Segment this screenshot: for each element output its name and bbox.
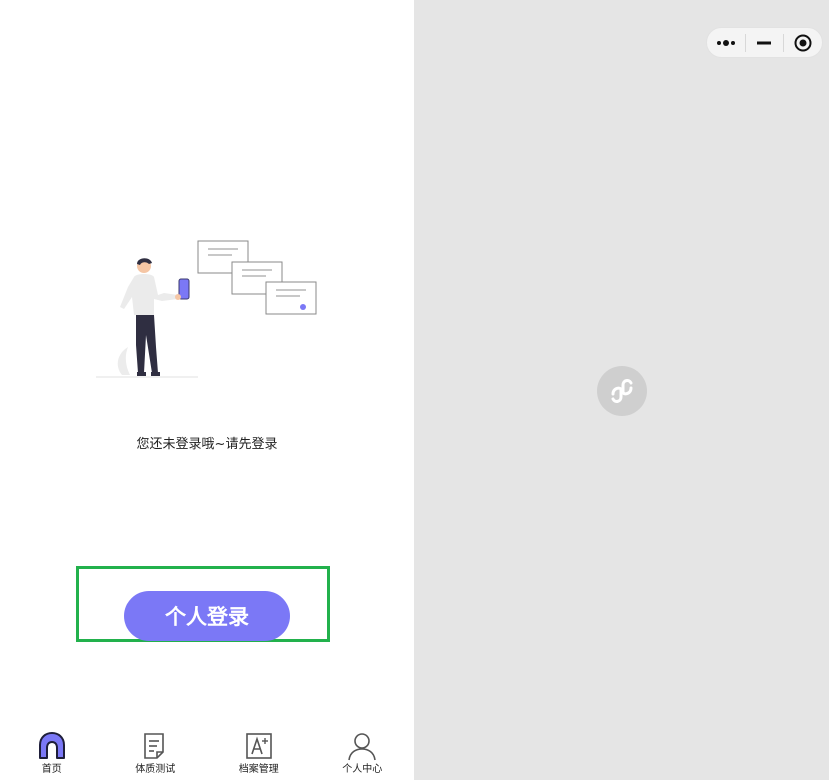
tab-home[interactable]: 首页 (0, 722, 104, 780)
font-file-icon (243, 730, 275, 762)
home-icon (36, 730, 68, 762)
mini-program-capsule (706, 27, 823, 58)
not-logged-in-message: 您还未登录哦~请先登录 (136, 437, 278, 452)
more-button[interactable] (707, 27, 745, 58)
close-target-icon (794, 34, 812, 51)
tab-records-management[interactable]: 档案管理 (207, 722, 311, 780)
empty-state-illustration (96, 240, 317, 378)
more-dots-icon (716, 39, 735, 46)
tab-constitution-test[interactable]: 体质测试 (104, 722, 208, 780)
tab-label-home: 首页 (41, 764, 62, 775)
tab-personal-center[interactable]: 个人中心 (311, 722, 415, 780)
message-card-3 (265, 281, 317, 315)
close-button[interactable] (784, 27, 822, 58)
user-icon (346, 730, 378, 762)
personal-login-button[interactable]: 个人登录 (124, 591, 290, 641)
tab-label-records-management: 档案管理 (238, 764, 279, 775)
bottom-tab-bar: 首页 体质测试 档案管理 个人中心 (0, 722, 414, 780)
mini-program-logo-icon (611, 379, 633, 403)
minimize-icon (757, 41, 772, 44)
mini-program-logo (597, 366, 647, 416)
tab-label-constitution-test: 体质测试 (135, 764, 176, 775)
document-icon (139, 730, 171, 762)
minimize-button[interactable] (746, 27, 784, 58)
tab-label-personal-center: 个人中心 (342, 764, 383, 775)
person-figure (120, 258, 190, 376)
mini-program-page: 您还未登录哦~请先登录 个人登录 首页 体质测试 档案管理 个人中心 (0, 0, 414, 780)
